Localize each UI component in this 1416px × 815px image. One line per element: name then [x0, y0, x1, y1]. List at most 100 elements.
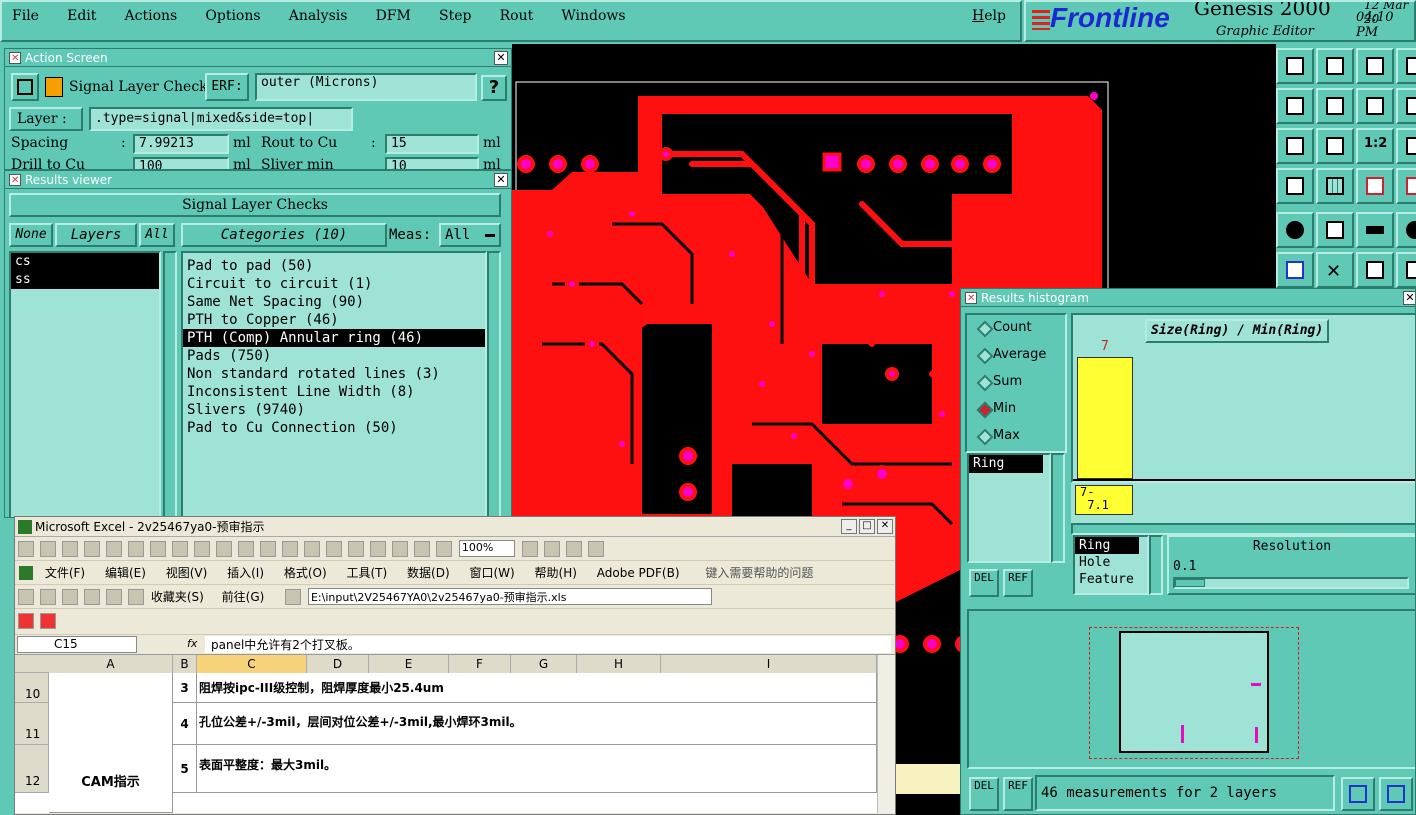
measure-list-scrollbar[interactable]: [1051, 453, 1065, 563]
tool-extra-icon[interactable]: [1396, 128, 1416, 164]
close-icon[interactable]: ✕: [494, 173, 508, 187]
zoom-box[interactable]: 100%: [458, 540, 515, 557]
stop-icon[interactable]: [62, 589, 78, 605]
histogram-titlebar[interactable]: Results histogram ✕: [961, 289, 1415, 308]
layer-item-ss[interactable]: ss: [11, 271, 159, 289]
cell-b10[interactable]: 3: [173, 673, 197, 703]
row-header-10[interactable]: 10: [15, 673, 49, 703]
home-icon[interactable]: [106, 589, 122, 605]
excel-menu-edit[interactable]: 编辑(E): [105, 566, 146, 580]
search-web-icon[interactable]: [128, 589, 144, 605]
category-item[interactable]: Pads (750): [183, 347, 485, 365]
tool-pointer-icon[interactable]: [1276, 168, 1314, 204]
close-icon[interactable]: ✕: [494, 51, 508, 65]
minimize-icon[interactable]: _: [841, 519, 857, 534]
category-item[interactable]: PTH to Copper (46): [183, 311, 485, 329]
excel-menu-data[interactable]: 数据(D): [407, 566, 450, 580]
tool-ruler-icon[interactable]: [1356, 212, 1394, 248]
font-color-icon[interactable]: [587, 541, 604, 557]
menu-windows[interactable]: Windows: [561, 8, 625, 24]
menu-edit[interactable]: Edit: [67, 8, 96, 24]
layer-item-cs[interactable]: cs: [11, 253, 159, 271]
excel-menu-file[interactable]: 文件(F): [45, 566, 85, 580]
measure-item-ring[interactable]: Ring: [969, 455, 1043, 473]
mode-sum-radio[interactable]: Sum: [975, 371, 1065, 393]
autosum-icon[interactable]: [348, 541, 364, 557]
close-icon[interactable]: ✕: [1403, 291, 1415, 305]
histogram-plot[interactable]: Size(Ring) / Min(Ring) 7: [1071, 313, 1415, 483]
category-list-scrollbar[interactable]: [487, 251, 501, 517]
mode-min-radio[interactable]: Min: [975, 398, 1065, 420]
cell-a10-merged[interactable]: CAM指示: [49, 673, 173, 813]
del-button-upper[interactable]: DEL: [969, 569, 999, 597]
tool-home-1-icon[interactable]: [1276, 48, 1314, 84]
help-button[interactable]: ?: [481, 75, 507, 101]
results-viewer-titlebar[interactable]: Results viewer ✕: [5, 171, 511, 190]
new-icon[interactable]: [18, 541, 34, 557]
chart-icon[interactable]: [414, 541, 430, 557]
del-button[interactable]: DEL: [969, 777, 999, 811]
action-toolbar-icon[interactable]: [11, 73, 39, 101]
tool-flip-icon[interactable]: [1356, 88, 1394, 124]
excel-menu-tools[interactable]: 工具(T): [347, 566, 388, 580]
col-header-h[interactable]: H: [577, 655, 661, 673]
sort-desc-icon[interactable]: [392, 541, 408, 557]
close-icon[interactable]: ✕: [877, 519, 893, 534]
category-item[interactable]: Pad to Cu Connection (50): [183, 419, 485, 437]
mode-average-radio[interactable]: Average: [975, 344, 1065, 366]
layer-list-scrollbar[interactable]: [163, 251, 177, 517]
research-icon[interactable]: [172, 541, 188, 557]
row-header-11[interactable]: 11: [15, 703, 49, 745]
erf-button[interactable]: ERF:: [205, 73, 249, 101]
col-header-g[interactable]: G: [511, 655, 577, 673]
excel-titlebar[interactable]: Microsoft Excel - 2v25467ya0-预审指示 _ □ ✕: [15, 517, 895, 537]
tool-select-icon[interactable]: [1276, 212, 1314, 248]
category-item[interactable]: Pad to pad (50): [183, 257, 485, 275]
menu-dfm[interactable]: DFM: [376, 8, 411, 24]
tool-zoom-fit-icon[interactable]: [1276, 128, 1314, 164]
layers-all-button[interactable]: All: [139, 223, 175, 247]
category-item[interactable]: Inconsistent Line Width (8): [183, 383, 485, 401]
tool-pan-right-icon[interactable]: [1316, 88, 1354, 124]
address-field[interactable]: E:\input\2V25467YA0\2v25467ya0-预审指示.xls: [307, 588, 712, 605]
name-box[interactable]: C15: [17, 636, 137, 653]
export-icon[interactable]: [1341, 777, 1375, 811]
fill-color-icon[interactable]: [565, 541, 582, 557]
layer-field[interactable]: .type=signal|mixed&side=top|: [89, 107, 353, 131]
ref-button-upper[interactable]: REF: [1003, 569, 1033, 597]
layers-button[interactable]: Layers: [55, 223, 137, 247]
drawing-icon[interactable]: [436, 541, 452, 557]
mode-count-radio[interactable]: Count: [975, 317, 1065, 339]
menu-rout[interactable]: Rout: [500, 8, 534, 24]
excel-menu-help[interactable]: 帮助(H): [535, 566, 577, 580]
tool-zoom-center-icon[interactable]: [1316, 128, 1354, 164]
tool-mirror-icon[interactable]: [1396, 88, 1416, 124]
menu-analysis[interactable]: Analysis: [289, 8, 348, 24]
measure-list[interactable]: Ring: [967, 453, 1051, 563]
histogram-bar[interactable]: [1077, 357, 1133, 479]
open-icon[interactable]: [40, 541, 56, 557]
preview-icon[interactable]: [128, 541, 144, 557]
help-icon[interactable]: [521, 541, 538, 557]
tool-net-icon[interactable]: [1276, 252, 1314, 288]
excel-menu-window[interactable]: 窗口(W): [469, 566, 514, 580]
tool-home-2-icon[interactable]: [1316, 48, 1354, 84]
redo-icon[interactable]: [304, 541, 320, 557]
sort-list-scrollbar[interactable]: [1149, 535, 1163, 595]
sort-list[interactable]: Ring Hole Feature: [1073, 535, 1149, 595]
window-menu-icon[interactable]: [9, 50, 21, 68]
tool-arrow-2-icon[interactable]: [1396, 252, 1416, 288]
pdf-email-icon[interactable]: [40, 613, 56, 629]
report-icon[interactable]: [1379, 777, 1413, 811]
category-item[interactable]: Same Net Spacing (90): [183, 293, 485, 311]
row-header-12[interactable]: 12: [15, 745, 49, 793]
sort-item-ring[interactable]: Ring: [1075, 537, 1139, 554]
action-screen-titlebar[interactable]: Action Screen ✕: [5, 49, 511, 68]
permission-icon[interactable]: [84, 541, 100, 557]
menu-file[interactable]: File: [12, 8, 39, 24]
sort-item-hole[interactable]: Hole: [1075, 554, 1147, 571]
excel-menu-view[interactable]: 视图(V): [166, 566, 208, 580]
meas-dropdown[interactable]: All: [439, 223, 501, 247]
col-header-b[interactable]: B: [173, 655, 197, 673]
col-header-i[interactable]: I: [661, 655, 877, 673]
